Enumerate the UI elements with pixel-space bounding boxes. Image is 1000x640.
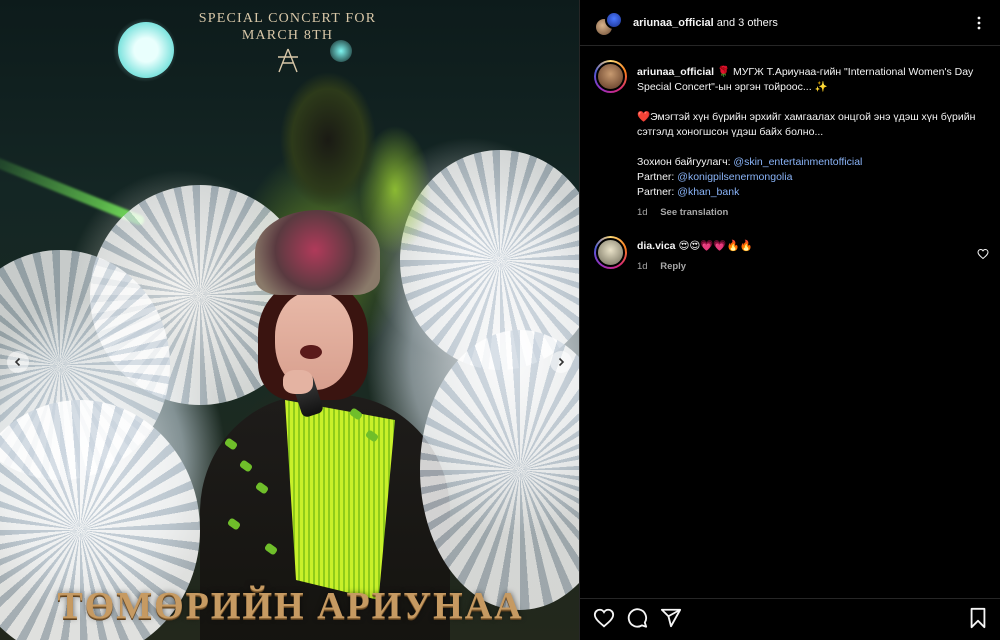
comment-text: 😍😍💗💗🔥🔥 xyxy=(678,240,753,252)
chevron-right-icon xyxy=(558,357,565,367)
black-feather-plume xyxy=(268,50,398,220)
caption-meta: 1d See translation xyxy=(637,205,989,220)
reply-button[interactable]: Reply xyxy=(660,261,686,272)
partner-label: Partner: xyxy=(637,186,675,198)
costume-fringe xyxy=(285,400,395,600)
singer-hand xyxy=(283,370,313,394)
share-icon[interactable] xyxy=(660,607,682,629)
concert-logo-icon xyxy=(278,48,298,73)
caption-text: ariunaa_official 🌹 МУГЖ Т.Ариунаа-гийн "… xyxy=(637,65,989,220)
caption-avatar[interactable] xyxy=(594,60,627,93)
carousel-prev-button[interactable] xyxy=(7,351,29,373)
artist-name-title: ТӨМӨРИЙН АРИУНАА xyxy=(57,585,524,627)
organizer-label: Зохион байгуулагч: xyxy=(637,156,731,168)
jeweled-headdress xyxy=(255,210,380,295)
rose-emoji: 🌹 xyxy=(716,66,731,78)
post-image[interactable]: SPECIAL CONCERT FOR MARCH 8TH ТӨМӨРИЙН А… xyxy=(0,0,579,640)
post-details-panel: ariunaa_official and 3 others ariunaa_of… xyxy=(579,0,1000,640)
caption-username[interactable]: ariunaa_official xyxy=(637,66,714,78)
post-action-bar xyxy=(580,598,1000,640)
see-translation-button[interactable]: See translation xyxy=(660,207,728,218)
comment-timestamp[interactable]: 1d xyxy=(637,261,648,272)
more-options-icon[interactable] xyxy=(971,15,987,31)
heart-icon[interactable] xyxy=(593,607,615,629)
partner-label: Partner: xyxy=(637,171,675,183)
post-author[interactable]: ariunaa_official and 3 others xyxy=(633,17,778,29)
commenter-username[interactable]: dia.vica xyxy=(637,240,676,252)
sparkles-emoji: ✨ xyxy=(814,81,828,93)
comment-icon[interactable] xyxy=(626,607,648,629)
commenter-avatar[interactable] xyxy=(594,236,627,269)
caption-line-2: Эмэгтэй хүн бүрийн эрхийг хамгаалах онцг… xyxy=(637,111,976,138)
singer-mouth xyxy=(300,345,322,359)
partner-mention-link[interactable]: @konigpilsenermongolia xyxy=(677,171,792,183)
heart-emoji: ❤️ xyxy=(637,111,651,123)
comment-item: dia.vica 😍😍💗💗🔥🔥 1d Reply xyxy=(594,236,989,276)
caption-timestamp[interactable]: 1d xyxy=(637,207,648,218)
organizer-mention-link[interactable]: @skin_entertainmentofficial xyxy=(733,156,862,168)
collab-suffix[interactable]: and 3 others xyxy=(714,17,778,29)
avatar xyxy=(605,11,623,29)
concert-title: SPECIAL CONCERT FOR MARCH 8TH xyxy=(198,11,377,43)
comment-like-heart-icon[interactable] xyxy=(977,248,989,260)
comment-meta: 1d Reply xyxy=(637,259,937,274)
carousel-next-button[interactable] xyxy=(550,351,572,373)
comment-body: dia.vica 😍😍💗💗🔥🔥 1d Reply xyxy=(637,239,937,274)
stage-spotlight xyxy=(118,22,174,78)
collab-avatars[interactable] xyxy=(594,11,624,39)
partner-mention-link[interactable]: @khan_bank xyxy=(677,186,739,198)
post-header: ariunaa_official and 3 others xyxy=(580,0,1000,46)
bookmark-icon[interactable] xyxy=(967,607,989,629)
chevron-left-icon xyxy=(14,357,21,367)
author-username[interactable]: ariunaa_official xyxy=(633,17,714,29)
